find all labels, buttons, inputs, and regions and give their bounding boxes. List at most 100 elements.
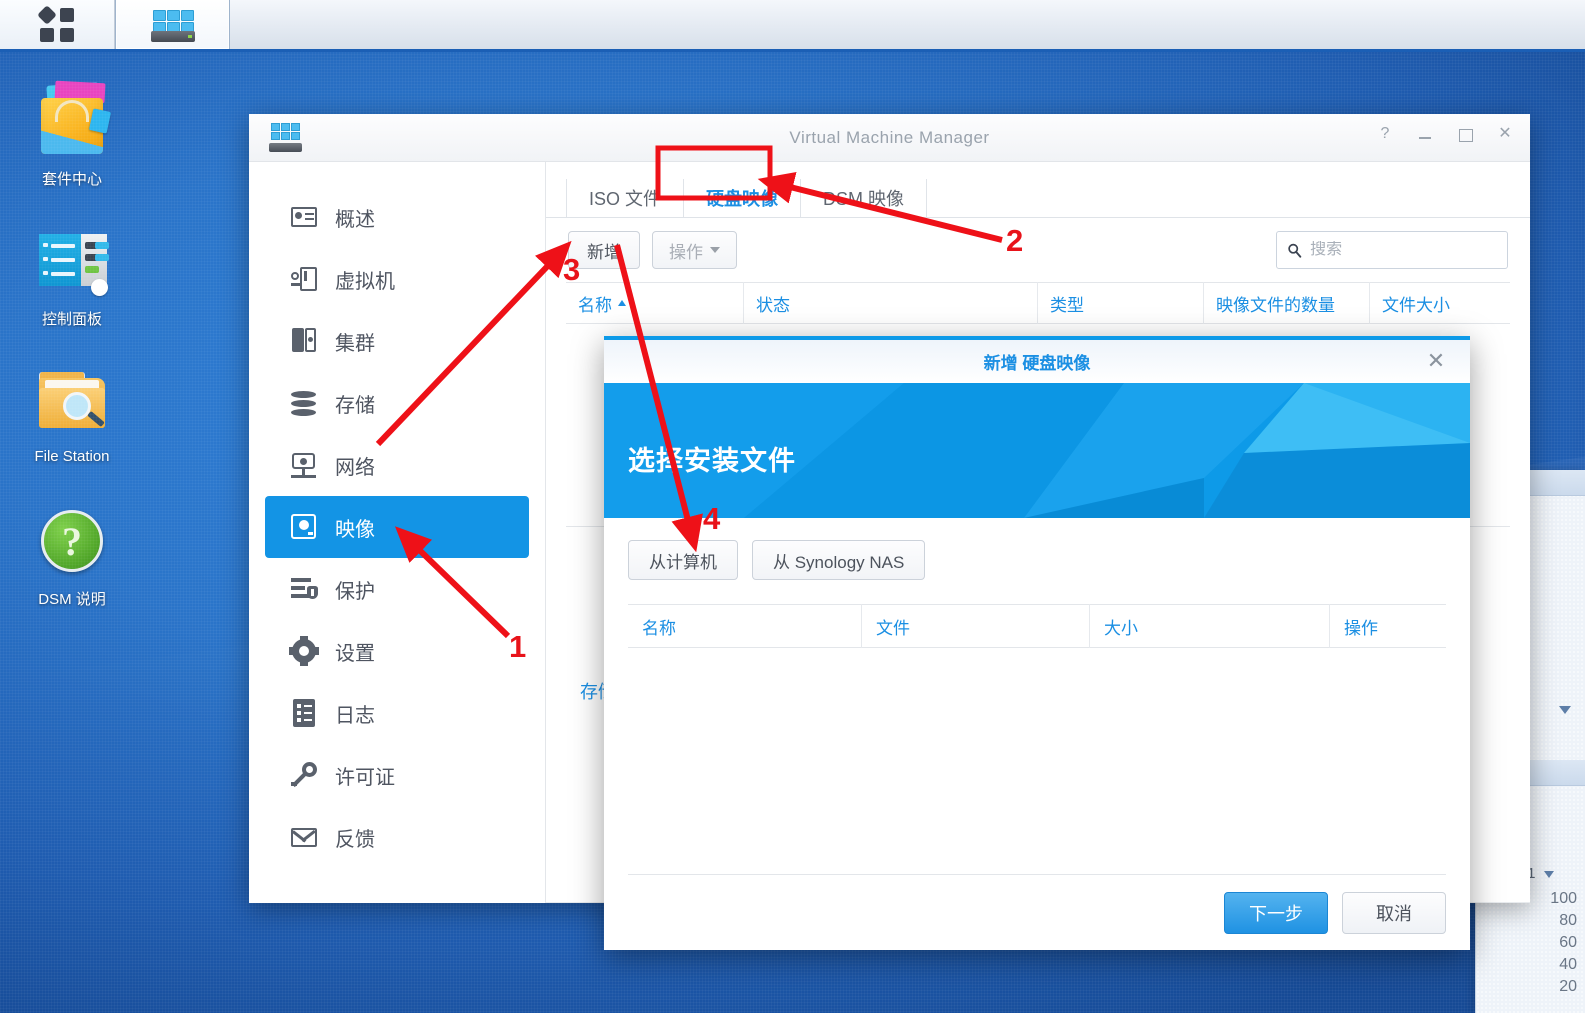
axis-tick: 80	[1559, 912, 1577, 929]
dialog-title: 新增 硬盘映像	[983, 354, 1091, 373]
dialog-content: 从计算机 从 Synology NAS 名称 文件 大小 操作	[604, 518, 1470, 874]
sidebar-item-storage[interactable]: 存储	[265, 372, 529, 434]
feedback-mail-icon	[289, 822, 319, 852]
axis-tick: 40	[1559, 956, 1577, 973]
tab-disk-image[interactable]: 硬盘映像	[684, 179, 802, 217]
column-header-action[interactable]: 操作	[1330, 604, 1410, 648]
virtual-machine-icon	[289, 264, 319, 294]
from-synology-nas-button[interactable]: 从 Synology NAS	[752, 540, 926, 580]
sidebar-item-settings[interactable]: 设置	[265, 620, 529, 682]
dialog-banner-heading: 选择安装文件	[628, 446, 796, 476]
overview-icon	[289, 202, 319, 232]
close-icon[interactable]: ✕	[1496, 125, 1514, 143]
sort-ascending-icon	[618, 300, 626, 306]
sidebar-item-label: 设置	[335, 642, 375, 665]
desktop: 套件中心 控制面板 File Station ? DSM 说明 1 100 80…	[0, 0, 1585, 1013]
sidebar: 概述 虚拟机 集群 存储 网络 映像 保护 设置 日志 许可证 反馈	[249, 162, 546, 903]
taskbar	[0, 0, 1585, 52]
sidebar-item-overview[interactable]: 概述	[265, 186, 529, 248]
sidebar-item-feedback[interactable]: 反馈	[265, 806, 529, 868]
maximize-icon[interactable]	[1456, 125, 1474, 143]
image-icon	[289, 512, 319, 542]
chevron-down-icon[interactable]	[1559, 706, 1571, 714]
desktop-icon-control-panel[interactable]: 控制面板	[2, 222, 142, 329]
desktop-icon-file-station[interactable]: File Station	[2, 362, 142, 465]
cluster-icon	[289, 326, 319, 356]
window-controls: ? ✕	[1376, 125, 1514, 143]
tab-dsm-image[interactable]: DSM 映像	[801, 179, 928, 217]
sidebar-item-label: 虚拟机	[335, 270, 395, 293]
settings-gear-icon	[289, 636, 319, 666]
help-icon[interactable]: ?	[1376, 125, 1394, 143]
virtual-machine-manager-icon	[150, 8, 196, 42]
sidebar-item-log[interactable]: 日志	[265, 682, 529, 744]
column-header-image-count[interactable]: 映像文件的数量	[1204, 282, 1370, 324]
dsm-help-icon: ?	[33, 502, 111, 580]
image-table-header: 名称 状态 类型 映像文件的数量 文件大小	[566, 282, 1510, 324]
action-button-label: 操作	[669, 242, 703, 262]
desktop-icon-label: File Station	[34, 448, 110, 465]
axis-tick: 100	[1550, 890, 1577, 907]
search-input[interactable]	[1310, 241, 1497, 259]
column-header-size[interactable]: 大小	[1090, 604, 1330, 648]
column-header-file-size[interactable]: 文件大小	[1370, 282, 1510, 324]
dialog-titlebar: 新增 硬盘映像 ✕	[604, 340, 1470, 383]
next-button[interactable]: 下一步	[1224, 891, 1328, 934]
sidebar-item-label: 反馈	[335, 828, 375, 851]
sidebar-item-label: 存储	[335, 394, 375, 417]
page-title: Virtual Machine Manager	[789, 128, 990, 147]
package-center-icon	[33, 80, 112, 160]
desktop-icon-label: 控制面板	[41, 311, 102, 328]
desktop-icon-label: DSM 说明	[38, 591, 106, 608]
minimize-icon[interactable]	[1416, 125, 1434, 143]
sidebar-item-image[interactable]: 映像	[265, 496, 529, 558]
cancel-button[interactable]: 取消	[1342, 891, 1446, 934]
chevron-down-icon	[710, 247, 720, 253]
column-header-name[interactable]: 名称	[566, 282, 744, 324]
sidebar-item-label: 概述	[335, 208, 375, 231]
chevron-down-icon	[1543, 871, 1554, 878]
close-icon[interactable]: ✕	[1424, 350, 1448, 374]
dialog-banner: 选择安装文件	[604, 383, 1470, 518]
column-header-label: 名称	[578, 295, 612, 315]
search-icon	[1288, 243, 1302, 258]
action-button[interactable]: 操作	[652, 231, 737, 269]
from-computer-button[interactable]: 从计算机	[628, 540, 738, 580]
sidebar-item-label: 集群	[335, 332, 375, 355]
monitor-y-axis: 100 80 60 40 20	[1550, 888, 1577, 998]
search-box[interactable]	[1276, 231, 1508, 269]
desktop-icon-label: 套件中心	[41, 171, 102, 188]
sidebar-item-cluster[interactable]: 集群	[265, 310, 529, 372]
sidebar-item-network[interactable]: 网络	[265, 434, 529, 496]
sidebar-item-label: 网络	[335, 456, 375, 479]
main-menu-button[interactable]	[0, 0, 115, 49]
axis-tick: 60	[1559, 934, 1577, 951]
sidebar-item-protection[interactable]: 保护	[265, 558, 529, 620]
log-icon	[289, 698, 319, 728]
source-button-group: 从计算机 从 Synology NAS	[628, 540, 1446, 580]
add-disk-image-dialog: 新增 硬盘映像 ✕ 选择安装文件 从计算机 从 Synology NAS 名称 …	[604, 336, 1470, 950]
column-header-name[interactable]: 名称	[628, 604, 862, 648]
apps-grid-icon	[37, 4, 74, 42]
control-panel-icon	[33, 222, 111, 300]
network-icon	[289, 450, 319, 480]
sidebar-item-label: 保护	[335, 580, 375, 603]
sidebar-item-virtual-machine[interactable]: 虚拟机	[265, 248, 529, 310]
desktop-icon-dsm-help[interactable]: ? DSM 说明	[2, 502, 142, 609]
column-header-file[interactable]: 文件	[862, 604, 1090, 648]
sidebar-item-label: 映像	[335, 518, 375, 541]
column-header-status[interactable]: 状态	[744, 282, 1038, 324]
dialog-footer: 下一步 取消	[628, 874, 1446, 950]
sidebar-item-label: 许可证	[335, 766, 395, 789]
file-table-header: 名称 文件 大小 操作	[628, 604, 1446, 648]
desktop-icon-package-center[interactable]: 套件中心	[2, 80, 142, 189]
license-key-icon	[289, 760, 319, 790]
column-header-type[interactable]: 类型	[1038, 282, 1204, 324]
create-button[interactable]: 新增	[568, 231, 640, 269]
window-titlebar[interactable]: Virtual Machine Manager ? ✕	[249, 114, 1530, 162]
axis-tick: 20	[1559, 978, 1577, 995]
protection-icon	[289, 574, 319, 604]
tab-iso-file[interactable]: ISO 文件	[566, 179, 685, 217]
sidebar-item-license[interactable]: 许可证	[265, 744, 529, 806]
taskbar-item-vmm[interactable]	[115, 0, 230, 49]
